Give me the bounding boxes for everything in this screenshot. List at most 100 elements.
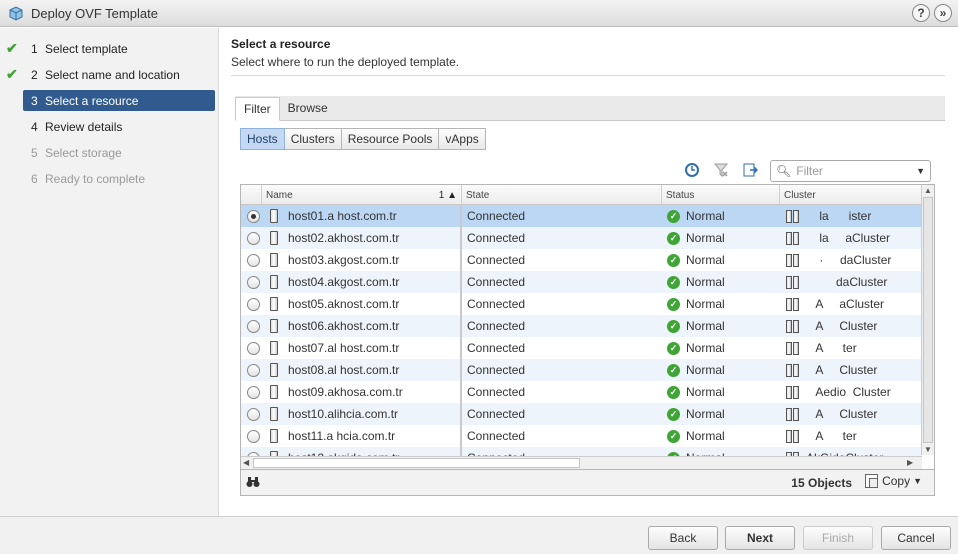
host-icon bbox=[270, 319, 278, 333]
row-radio[interactable] bbox=[247, 430, 260, 443]
status-text: Normal bbox=[686, 319, 725, 333]
cluster-icon bbox=[786, 231, 800, 245]
row-radio[interactable] bbox=[247, 210, 260, 223]
scrollbar-thumb[interactable] bbox=[923, 197, 933, 443]
table-row[interactable]: host11.a hcia.com.tr Connected ✓ Normal A t… bbox=[241, 425, 922, 447]
row-radio[interactable] bbox=[247, 386, 260, 399]
cell-name: host03.akgost.com.tr bbox=[288, 253, 400, 267]
cell-cluster: Aedio Cluster bbox=[786, 381, 922, 403]
table-row[interactable]: host10.alihcia.com.tr Connected ✓ Normal A … bbox=[241, 403, 922, 425]
copy-button[interactable]: Copy ▼ bbox=[865, 474, 922, 488]
table-row[interactable]: host01.a host.com.tr Connected ✓ Normal la … bbox=[241, 205, 922, 227]
table-row[interactable]: host04.akgost.com.tr Connected ✓ Normal daC… bbox=[241, 271, 922, 293]
row-radio[interactable] bbox=[247, 342, 260, 355]
subtab-hosts[interactable]: Hosts bbox=[240, 128, 285, 150]
row-radio[interactable] bbox=[247, 232, 260, 245]
step-select-name-location[interactable]: ✔ 2 Select name and location bbox=[0, 64, 219, 85]
column-header-status[interactable]: Status bbox=[661, 185, 779, 205]
cell-state: Connected bbox=[467, 253, 526, 267]
step-label: Select a resource bbox=[45, 93, 139, 108]
vertical-scrollbar[interactable]: ▲ ▼ bbox=[921, 185, 934, 455]
row-radio[interactable] bbox=[247, 276, 260, 289]
filter-box[interactable]: 🔍︎ ▼ bbox=[770, 160, 931, 182]
minimize-icon[interactable]: » bbox=[934, 4, 952, 22]
status-ok-icon: ✓ bbox=[667, 297, 680, 311]
step-select-resource[interactable]: 3 Select a resource bbox=[23, 90, 215, 111]
step-review-details[interactable]: 4 Review details bbox=[0, 116, 219, 137]
cell-name: host10.alihcia.com.tr bbox=[288, 407, 399, 421]
step-select-template[interactable]: ✔ 1 Select template bbox=[0, 38, 219, 59]
cluster-text: la aCluster bbox=[806, 231, 891, 245]
chevron-down-icon[interactable]: ▼ bbox=[916, 166, 925, 176]
status-text: Normal bbox=[686, 297, 725, 311]
cell-state: Connected bbox=[467, 429, 526, 443]
scroll-down-icon[interactable]: ▼ bbox=[924, 445, 932, 454]
clear-filter-icon[interactable] bbox=[713, 162, 729, 178]
object-count: 15 Objects bbox=[791, 476, 852, 490]
column-label: Cluster bbox=[784, 189, 816, 201]
cell-name: host07.al host.com.tr bbox=[288, 341, 400, 355]
cell-cluster: A aCluster bbox=[786, 293, 922, 315]
table-row[interactable]: host09.akhosa.com.tr Connected ✓ Normal Aed… bbox=[241, 381, 922, 403]
status-ok-icon: ✓ bbox=[667, 341, 680, 355]
horizontal-scrollbar[interactable]: ◀ ▶ bbox=[241, 456, 922, 469]
cluster-text: A ter bbox=[806, 341, 857, 355]
column-header-name[interactable]: Name 1 ▲ bbox=[261, 185, 461, 205]
cell-state: Connected bbox=[467, 275, 526, 289]
tab-bar: Filter Browse bbox=[235, 96, 945, 121]
row-radio[interactable] bbox=[247, 320, 260, 333]
cell-name: host01.a host.com.tr bbox=[288, 209, 397, 223]
step-label: Review details bbox=[45, 119, 123, 134]
divider bbox=[231, 75, 945, 76]
table-row[interactable]: host03.akgost.com.tr Connected ✓ Normal · d… bbox=[241, 249, 922, 271]
cluster-text: A Cluster bbox=[806, 319, 878, 333]
refresh-icon[interactable] bbox=[684, 162, 700, 178]
table-row[interactable]: host07.al host.com.tr Connected ✓ Normal A … bbox=[241, 337, 922, 359]
row-radio[interactable] bbox=[247, 364, 260, 377]
table-row[interactable]: host08.al host.com.tr Connected ✓ Normal A … bbox=[241, 359, 922, 381]
scroll-up-icon[interactable]: ▲ bbox=[924, 186, 932, 195]
cell-name: host04.akgost.com.tr bbox=[288, 275, 400, 289]
row-radio[interactable] bbox=[247, 298, 260, 311]
scroll-right-icon[interactable]: ▶ bbox=[907, 458, 913, 467]
row-radio[interactable] bbox=[247, 254, 260, 267]
grid-footer: 15 Objects Copy ▼ bbox=[240, 470, 935, 496]
cluster-icon bbox=[786, 341, 800, 355]
column-header-state[interactable]: State bbox=[461, 185, 661, 205]
cell-status: ✓ Normal bbox=[667, 293, 777, 315]
subtab-resource-pools[interactable]: Resource Pools bbox=[340, 128, 440, 150]
column-header-cluster[interactable]: Cluster bbox=[779, 185, 922, 205]
scroll-left-icon[interactable]: ◀ bbox=[243, 458, 249, 467]
window-titlebar: Deploy OVF Template ? » bbox=[0, 0, 958, 27]
status-ok-icon: ✓ bbox=[667, 429, 680, 443]
table-row[interactable]: host05.aknost.com.tr Connected ✓ Normal A a… bbox=[241, 293, 922, 315]
copy-label: Copy bbox=[882, 474, 911, 488]
host-icon bbox=[270, 429, 278, 443]
cluster-icon bbox=[786, 407, 800, 421]
help-icon[interactable]: ? bbox=[912, 4, 930, 22]
filter-input[interactable] bbox=[796, 164, 917, 178]
subtab-vapps[interactable]: vApps bbox=[438, 128, 486, 150]
binoculars-icon[interactable] bbox=[246, 475, 260, 492]
export-icon[interactable] bbox=[742, 162, 758, 178]
back-button[interactable]: Back bbox=[648, 526, 718, 550]
scrollbar-thumb[interactable] bbox=[253, 458, 580, 468]
tab-browse[interactable]: Browse bbox=[280, 96, 336, 120]
subtab-clusters[interactable]: Clusters bbox=[283, 128, 342, 150]
row-radio[interactable] bbox=[247, 408, 260, 421]
main-panel: Select a resource Select where to run th… bbox=[220, 28, 958, 516]
column-separator[interactable] bbox=[460, 205, 462, 457]
status-text: Normal bbox=[686, 363, 725, 377]
cluster-text: daCluster bbox=[806, 275, 888, 289]
window-title: Deploy OVF Template bbox=[31, 5, 158, 21]
cancel-button[interactable]: Cancel bbox=[881, 526, 951, 550]
table-row[interactable]: host06.akhost.com.tr Connected ✓ Normal A C… bbox=[241, 315, 922, 337]
host-icon bbox=[270, 407, 278, 421]
next-button[interactable]: Next bbox=[725, 526, 795, 550]
table-row[interactable]: host02.akhost.com.tr Connected ✓ Normal la … bbox=[241, 227, 922, 249]
status-text: Normal bbox=[686, 231, 725, 245]
step-label: Select template bbox=[45, 41, 128, 56]
cell-cluster: la aCluster bbox=[786, 227, 922, 249]
tab-filter[interactable]: Filter bbox=[235, 97, 280, 121]
cell-status: ✓ Normal bbox=[667, 315, 777, 337]
